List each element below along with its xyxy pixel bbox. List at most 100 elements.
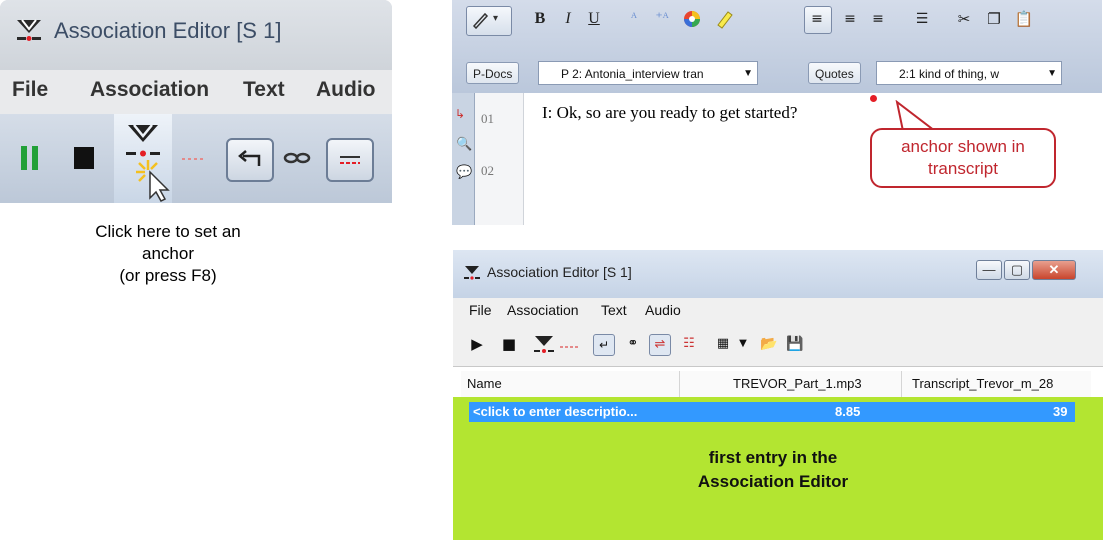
table-header: Name TREVOR_Part_1.mp3 Transcript_Trevor… xyxy=(461,371,1091,398)
zoomed-menu-file[interactable]: File xyxy=(12,78,48,102)
color-wheel-icon[interactable] xyxy=(682,9,702,29)
search-icon[interactable]: 🔍 xyxy=(456,137,472,152)
pdocs-button[interactable]: P-Docs xyxy=(466,62,520,84)
align-left-button[interactable]: ≡ xyxy=(804,6,832,34)
set-anchor-button[interactable] xyxy=(114,114,172,203)
editor-ribbon: ▾ B I U ᴬ ⁺ᴬ ≡ ≡ ≡ ☰ ✂ ❐ 📋 P-Docs P 2: A… xyxy=(452,0,1102,93)
underline-icon[interactable]: U xyxy=(584,8,604,30)
save-icon[interactable]: 💾 xyxy=(785,334,805,354)
set-anchor-hint: Click here to set an anchor (or press F8… xyxy=(56,221,280,287)
document-selector-value: P 2: Antonia_interview tran xyxy=(561,67,704,81)
column-header-name[interactable]: Name xyxy=(467,376,502,391)
zoomed-toolbar xyxy=(0,114,392,203)
sync-icon[interactable]: ⇌ xyxy=(649,334,671,356)
font-size-up-icon[interactable]: ⁺ᴬ xyxy=(652,8,672,30)
bold-icon[interactable]: B xyxy=(530,8,550,30)
quote-selector-value: 2:1 kind of thing, w xyxy=(899,67,1000,81)
column-header-transcript[interactable]: Transcript_Trevor_m_28 xyxy=(912,376,1053,391)
column-divider[interactable] xyxy=(679,371,680,397)
mouse-cursor-icon xyxy=(136,160,170,202)
menu-text[interactable]: Text xyxy=(601,302,627,318)
row-name-cell[interactable]: <click to enter descriptio... xyxy=(473,404,637,419)
zoomed-window-title: Association Editor [S 1] xyxy=(54,18,282,43)
anchor-gap-icon[interactable] xyxy=(559,342,581,352)
stop-icon[interactable]: ■ xyxy=(499,334,519,354)
align-left-icon: ≡ xyxy=(811,11,823,27)
document-selector[interactable]: P 2: Antonia_interview tran ▼ xyxy=(538,61,758,85)
zoomed-menu-audio[interactable]: Audio xyxy=(316,78,375,102)
stop-icon[interactable] xyxy=(72,145,96,171)
table-view-icon[interactable]: ▦ xyxy=(713,334,733,354)
cut-icon[interactable]: ✂ xyxy=(954,8,974,30)
editor-side-toolbar: ↳ 🔍 💬 xyxy=(452,93,475,225)
quotes-button[interactable]: Quotes xyxy=(808,62,861,84)
margin-icon[interactable]: ↳ xyxy=(455,107,465,121)
align-center-icon[interactable]: ≡ xyxy=(840,8,860,30)
link-icon[interactable]: ⚭ xyxy=(623,334,643,354)
sync-icon xyxy=(340,156,360,164)
menu-audio[interactable]: Audio xyxy=(645,302,681,318)
italic-icon[interactable]: I xyxy=(558,8,578,30)
pen-tool-button[interactable]: ▾ xyxy=(466,6,512,36)
line-number-gutter: 01 02 xyxy=(475,93,524,225)
pen-icon xyxy=(472,12,489,29)
callout-line-1: anchor shown in xyxy=(901,137,1025,156)
column-divider[interactable] xyxy=(901,371,902,397)
hint-line-3: (or press F8) xyxy=(119,266,217,285)
play-icon[interactable] xyxy=(18,144,42,172)
first-entry-caption: first entry in the Association Editor xyxy=(613,446,933,494)
line-number: 02 xyxy=(481,163,494,178)
caption-line-2: Association Editor xyxy=(697,472,849,491)
window-menu-bar: File Association Text Audio xyxy=(453,298,1103,324)
set-anchor-icon[interactable] xyxy=(533,334,555,356)
window-toolbar: ▶ ■ ↵ ⚭ ⇌ ☷ ▦ ▼ 📂 💾 xyxy=(453,324,1103,367)
open-folder-icon[interactable]: 📂 xyxy=(759,334,779,354)
undo-button[interactable] xyxy=(226,138,274,182)
undo-icon xyxy=(238,150,261,166)
zoomed-toolbar-panel: Association Editor [S 1] File Associatio… xyxy=(0,0,392,203)
menu-file[interactable]: File xyxy=(469,302,492,318)
table-row[interactable]: <click to enter descriptio... 8.85 39 xyxy=(469,402,1075,422)
anchor-marker xyxy=(870,95,877,102)
maximize-button[interactable]: ▢ xyxy=(1004,260,1030,280)
hint-line-2: anchor xyxy=(142,244,194,263)
zoomed-title-bar: Association Editor [S 1] xyxy=(0,0,392,70)
association-editor-icon xyxy=(464,266,480,280)
link-icon[interactable] xyxy=(282,148,312,168)
zoomed-menu-association[interactable]: Association xyxy=(90,78,209,102)
play-icon[interactable]: ▶ xyxy=(467,334,487,354)
align-right-icon[interactable]: ≡ xyxy=(868,8,888,30)
highlighter-icon[interactable] xyxy=(714,9,734,29)
anchor-callout-text: anchor shown in transcript xyxy=(872,136,1054,180)
window-title: Association Editor [S 1] xyxy=(487,264,632,280)
paste-icon[interactable]: 📋 xyxy=(1014,8,1034,30)
undo-icon[interactable]: ↵ xyxy=(593,334,615,356)
comment-icon[interactable]: 💬 xyxy=(456,165,472,180)
minimize-button[interactable]: — xyxy=(976,260,1002,280)
zoomed-menu-text[interactable]: Text xyxy=(243,78,285,102)
line-number: 01 xyxy=(481,111,494,126)
window-title-bar: Association Editor [S 1] — ▢ ✕ xyxy=(453,250,1103,298)
chevron-down-icon[interactable]: ▼ xyxy=(733,334,753,354)
pen-dropdown-icon[interactable]: ▾ xyxy=(493,13,498,24)
quote-selector[interactable]: 2:1 kind of thing, w ▼ xyxy=(876,61,1062,85)
association-editor-icon xyxy=(17,19,41,41)
transcript-editor-panel: ▾ B I U ᴬ ⁺ᴬ ≡ ≡ ≡ ☰ ✂ ❐ 📋 P-Docs P 2: A… xyxy=(452,0,1102,225)
caption-line-1: first entry in the xyxy=(708,448,838,467)
set-anchor-icon xyxy=(126,124,160,157)
chevron-down-icon: ▼ xyxy=(1047,68,1057,79)
close-button[interactable]: ✕ xyxy=(1032,260,1076,280)
transcript-line[interactable]: I: Ok, so are you ready to get started? xyxy=(542,103,797,123)
menu-association[interactable]: Association xyxy=(507,302,579,318)
hint-line-1: Click here to set an xyxy=(95,222,241,241)
column-header-audio[interactable]: TREVOR_Part_1.mp3 xyxy=(733,376,862,391)
sync-button[interactable] xyxy=(326,138,374,182)
chevron-down-icon: ▼ xyxy=(743,68,753,79)
anchor-gap-icon[interactable] xyxy=(180,152,208,166)
anchor-list-icon[interactable]: ☷ xyxy=(679,334,699,354)
zoomed-menu-bar: File Association Text Audio xyxy=(0,70,392,114)
bullet-list-icon[interactable]: ☰ xyxy=(912,8,932,30)
row-audio-cell: 8.85 xyxy=(835,404,861,419)
font-size-down-icon[interactable]: ᴬ xyxy=(624,8,644,30)
copy-icon[interactable]: ❐ xyxy=(984,8,1004,30)
